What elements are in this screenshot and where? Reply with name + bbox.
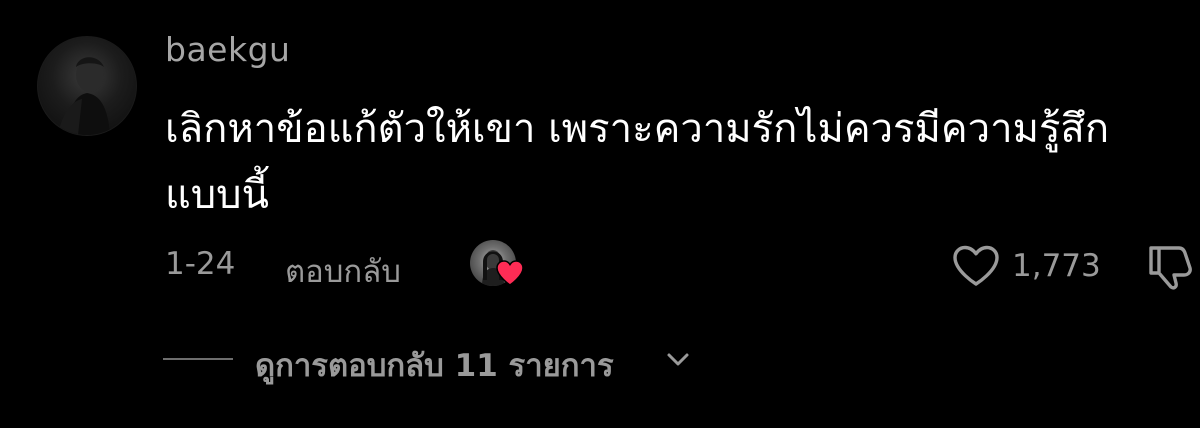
heart-filled-icon <box>496 260 524 286</box>
view-replies-button[interactable]: ดูการตอบกลับ 11 รายการ <box>163 336 763 384</box>
like-button[interactable]: 1,773 <box>952 240 1102 290</box>
avatar[interactable] <box>37 36 137 136</box>
comment-actions-row: 1-24 ตอบกลับ 1,773 <box>165 240 1200 290</box>
like-count: 1,773 <box>1012 248 1101 284</box>
chevron-down-icon <box>667 353 689 366</box>
divider-line <box>163 358 233 360</box>
timestamp: 1-24 <box>165 246 236 282</box>
username[interactable]: baekgu <box>165 30 290 69</box>
heart-outline-icon <box>953 245 999 286</box>
avatar-image <box>58 57 110 135</box>
thumbs-down-icon[interactable] <box>1145 242 1195 290</box>
view-replies-label: ดูการตอบกลับ 11 รายการ <box>255 348 614 384</box>
reply-button[interactable]: ตอบกลับ <box>285 246 401 296</box>
comment-text: เลิกหาข้อแก้ตัวให้เขา เพราะความรักไม่ควร… <box>165 106 1110 218</box>
creator-liked-badge <box>470 240 530 290</box>
comment-item: baekgu เลิกหาข้อแก้ตัวให้เขา เพราะความรั… <box>0 0 1200 428</box>
